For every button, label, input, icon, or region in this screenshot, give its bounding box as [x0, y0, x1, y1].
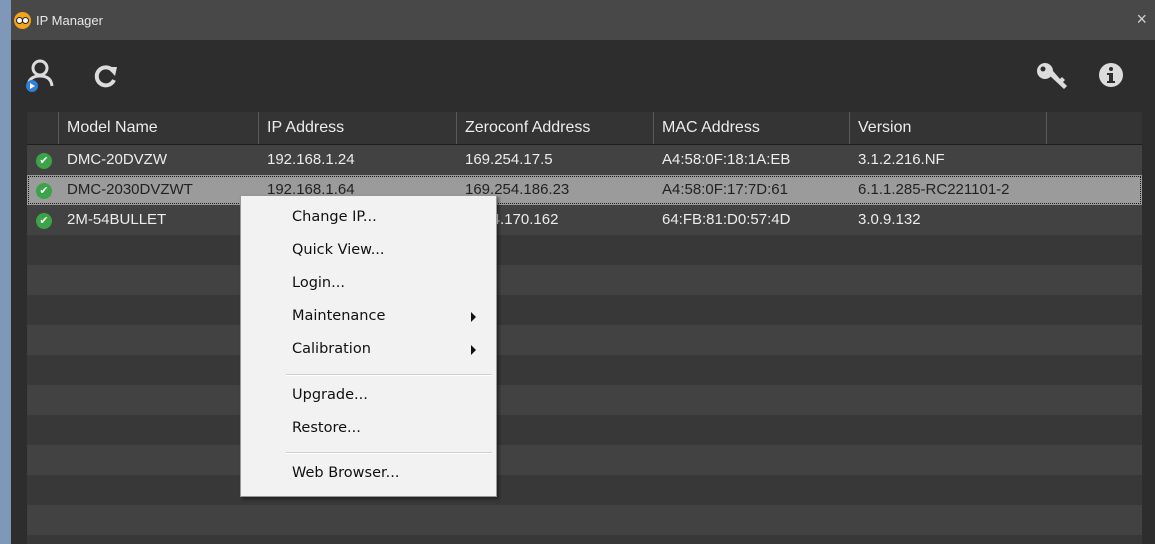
- empty-row: [27, 475, 1142, 505]
- context-menu: Change IP... Quick View... Login... Main…: [240, 195, 497, 497]
- submenu-arrow-icon: [471, 312, 476, 322]
- cell-version: 3.1.2.216.NF: [858, 151, 945, 168]
- empty-row: [27, 535, 1142, 544]
- empty-row: [27, 295, 1142, 325]
- search-devices-icon[interactable]: [25, 59, 55, 93]
- header-ip-address[interactable]: IP Address: [259, 112, 457, 144]
- empty-row: [27, 445, 1142, 475]
- menu-item-upgrade[interactable]: Upgrade...: [292, 380, 368, 410]
- menu-item-restore[interactable]: Restore...: [292, 413, 361, 443]
- key-icon[interactable]: [1033, 60, 1073, 94]
- check-icon: ✔: [36, 183, 52, 199]
- header-model-name[interactable]: Model Name: [59, 112, 259, 144]
- menu-item-quick-view[interactable]: Quick View...: [292, 235, 385, 265]
- header-status-column[interactable]: [27, 112, 59, 144]
- header-zeroconf-address[interactable]: Zeroconf Address: [457, 112, 654, 144]
- header-mac-address[interactable]: MAC Address: [654, 112, 850, 144]
- title-bar[interactable]: IP Manager ×: [11, 0, 1155, 40]
- empty-row: [27, 235, 1142, 265]
- cell-model-name: DMC-2030DVZWT: [67, 181, 193, 198]
- empty-row: [27, 355, 1142, 385]
- menu-item-maintenance[interactable]: Maintenance: [292, 301, 385, 331]
- cell-ip-address: 192.168.1.24: [267, 151, 355, 168]
- cell-version: 3.0.9.132: [858, 211, 921, 228]
- ip-manager-window: IP Manager × Model Name IP Address Zeroc…: [11, 0, 1155, 544]
- menu-separator: [286, 374, 492, 376]
- menu-item-web-browser[interactable]: Web Browser...: [292, 458, 399, 488]
- empty-row: [27, 385, 1142, 415]
- table-row[interactable]: ✔ DMC-20DVZW 192.168.1.24 169.254.17.5 A…: [27, 145, 1142, 175]
- check-icon: ✔: [36, 153, 52, 169]
- cell-mac-address: A4:58:0F:18:1A:EB: [662, 151, 791, 168]
- cell-model-name: DMC-20DVZW: [67, 151, 167, 168]
- device-table: Model Name IP Address Zeroconf Address M…: [27, 112, 1142, 544]
- toolbar: [11, 40, 1155, 112]
- desktop-background: [0, 0, 11, 544]
- app-logo-icon: [14, 12, 31, 29]
- table-header: Model Name IP Address Zeroconf Address M…: [27, 112, 1142, 145]
- empty-row: [27, 325, 1142, 355]
- menu-item-change-ip[interactable]: Change IP...: [292, 202, 377, 232]
- submenu-arrow-icon: [471, 345, 476, 355]
- menu-item-calibration[interactable]: Calibration: [292, 334, 371, 364]
- cell-version: 6.1.1.285-RC221101-2: [858, 181, 1010, 198]
- table-row-selected[interactable]: ✔ DMC-2030DVZWT 192.168.1.64 169.254.186…: [27, 175, 1142, 205]
- table-row[interactable]: ✔ 2M-54BULLET 254.170.162 64:FB:81:D0:57…: [27, 205, 1142, 235]
- close-button[interactable]: ×: [1136, 9, 1147, 30]
- cell-mac-address: 64:FB:81:D0:57:4D: [662, 211, 791, 228]
- cell-zeroconf-address: 169.254.17.5: [465, 151, 553, 168]
- empty-row: [27, 505, 1142, 535]
- menu-separator: [286, 452, 492, 454]
- cell-model-name: 2M-54BULLET: [67, 211, 167, 228]
- window-title: IP Manager: [36, 13, 103, 28]
- refresh-icon[interactable]: [91, 61, 121, 91]
- menu-item-login[interactable]: Login...: [292, 268, 345, 298]
- empty-row: [27, 265, 1142, 295]
- info-icon[interactable]: [1096, 60, 1126, 90]
- cell-mac-address: A4:58:0F:17:7D:61: [662, 181, 788, 198]
- header-filler: [1047, 112, 1142, 144]
- check-icon: ✔: [36, 213, 52, 229]
- empty-row: [27, 415, 1142, 445]
- header-version[interactable]: Version: [850, 112, 1047, 144]
